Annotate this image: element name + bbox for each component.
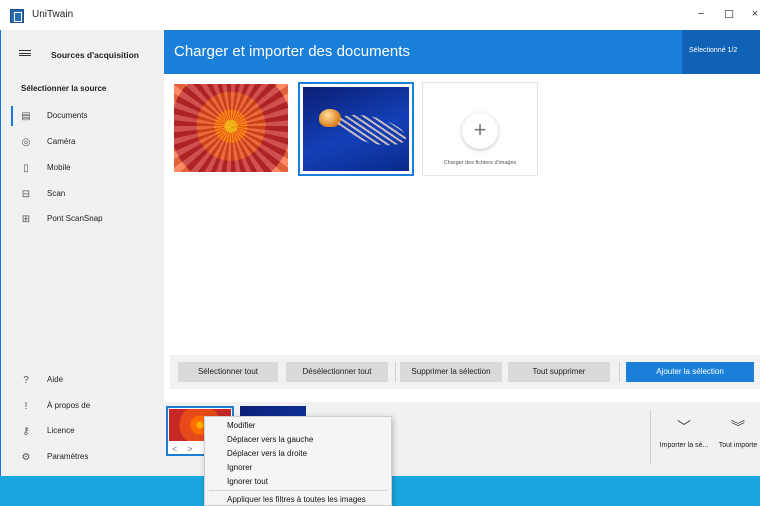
sidebar-item-documents[interactable]: ▤ Documents	[1, 104, 165, 128]
arrow-left-icon[interactable]: <	[172, 444, 177, 454]
close-button[interactable]: ×	[748, 8, 760, 20]
add-selection-button[interactable]: Ajouter la sélection	[626, 362, 754, 382]
image-thumbnail-flower[interactable]	[174, 84, 288, 172]
menu-item-ignore[interactable]: Ignorer	[227, 463, 252, 472]
import-all-button[interactable]: ︾ Tout importe	[716, 420, 760, 449]
delete-all-button[interactable]: Tout supprimer	[508, 362, 610, 382]
mobile-icon: ▯	[23, 163, 29, 174]
strip-divider	[650, 410, 651, 464]
import-selection-button[interactable]: ﹀ Importer la sé...	[656, 420, 712, 449]
deselect-all-button[interactable]: Désélectionner tout	[286, 362, 388, 382]
window-title: UniTwain	[32, 9, 74, 20]
action-toolbar: Sélectionner tout Désélectionner tout Su…	[170, 355, 760, 389]
menu-divider	[209, 490, 387, 491]
import-selection-label: Importer la sé...	[659, 442, 709, 449]
sidebar-item-scansnap[interactable]: ⊞ Pont ScanSnap	[1, 207, 165, 231]
sidebar-item-label: Licence	[47, 426, 75, 435]
sidebar-item-label: Mobile	[47, 163, 71, 172]
menu-item-move-right[interactable]: Déplacer vers la droite	[227, 449, 307, 458]
help-icon: ?	[23, 375, 29, 386]
sidebar-item-scan[interactable]: ⊟ Scan	[1, 182, 165, 206]
key-icon: ⚷	[22, 426, 30, 437]
info-icon: !	[24, 401, 28, 412]
image-thumbnail-jellyfish[interactable]	[298, 82, 414, 176]
jellyfish-tentacles-shape	[334, 108, 409, 152]
strip-nav-arrows: < >	[172, 444, 193, 454]
gear-icon: ⚙	[21, 452, 31, 463]
sidebar-item-label: Scan	[47, 189, 66, 198]
scansnap-icon: ⊞	[21, 214, 31, 225]
delete-selection-button[interactable]: Supprimer la sélection	[400, 362, 502, 382]
jellyfish-image	[303, 87, 409, 171]
upload-images-card[interactable]: + Charger des fichiers d'images	[422, 82, 538, 176]
source-section-title: Sélectionner la source	[21, 84, 107, 93]
select-all-button[interactable]: Sélectionner tout	[178, 362, 278, 382]
title-bar: UniTwain − ☐ ×	[0, 0, 760, 30]
sidebar-item-label: Pont ScanSnap	[47, 214, 103, 223]
sidebar-item-label: Paramètres	[47, 452, 89, 461]
page-title: Charger et importer des documents	[174, 43, 410, 60]
sidebar-item-help[interactable]: ? Aide	[1, 368, 165, 392]
maximize-button[interactable]: ☐	[722, 8, 736, 21]
import-all-label: Tout importe	[718, 442, 758, 449]
sidebar-item-mobile[interactable]: ▯ Mobile	[1, 156, 165, 180]
sidebar-item-license[interactable]: ⚷ Licence	[1, 419, 165, 443]
context-menu: Modifier Déplacer vers la gauche Déplace…	[204, 416, 392, 506]
sidebar-item-label: Aide	[47, 375, 64, 384]
arrow-right-icon[interactable]: >	[187, 444, 192, 454]
menu-item-edit[interactable]: Modifier	[227, 421, 255, 430]
selection-counter: Sélectionné 1/2	[682, 30, 760, 74]
plus-icon[interactable]: +	[462, 113, 498, 149]
menu-item-apply-filters-all[interactable]: Appliquer les filtres à toutes les image…	[227, 495, 366, 504]
app-logo-icon	[10, 9, 24, 23]
sidebar-item-label: Caméra	[47, 137, 76, 146]
menu-item-ignore-all[interactable]: Ignorer tout	[227, 477, 268, 486]
sidebar-header-label: Sources d'acquisition	[51, 50, 139, 60]
scanner-icon: ⊟	[21, 189, 31, 200]
sidebar-header: Sources d'acquisition	[1, 30, 165, 74]
camera-icon: ◎	[21, 137, 31, 148]
toolbar-divider	[619, 362, 620, 382]
selection-counter-label: Sélectionné 1/2	[689, 47, 738, 54]
chevron-down-icon: ﹀	[677, 419, 691, 435]
page-header: Charger et importer des documents Sélect…	[164, 30, 760, 74]
menu-item-move-left[interactable]: Déplacer vers la gauche	[227, 435, 313, 444]
document-icon: ▤	[21, 111, 31, 122]
sidebar: Sources d'acquisition Sélectionner la so…	[0, 30, 164, 476]
minimize-button[interactable]: −	[694, 8, 708, 20]
toolbar-divider	[395, 362, 396, 382]
sidebar-item-settings[interactable]: ⚙ Paramètres	[1, 445, 165, 469]
sidebar-item-label: Documents	[47, 111, 88, 120]
upload-images-label: Charger des fichiers d'images	[443, 160, 517, 166]
document-grid: + Charger des fichiers d'images	[164, 74, 760, 402]
sidebar-item-label: À propos de	[47, 401, 91, 410]
sidebar-item-camera[interactable]: ◎ Caméra	[1, 130, 165, 154]
double-chevron-down-icon: ︾	[731, 419, 745, 435]
sidebar-item-about[interactable]: ! À propos de	[1, 394, 165, 418]
hamburger-menu-icon[interactable]	[19, 50, 31, 56]
